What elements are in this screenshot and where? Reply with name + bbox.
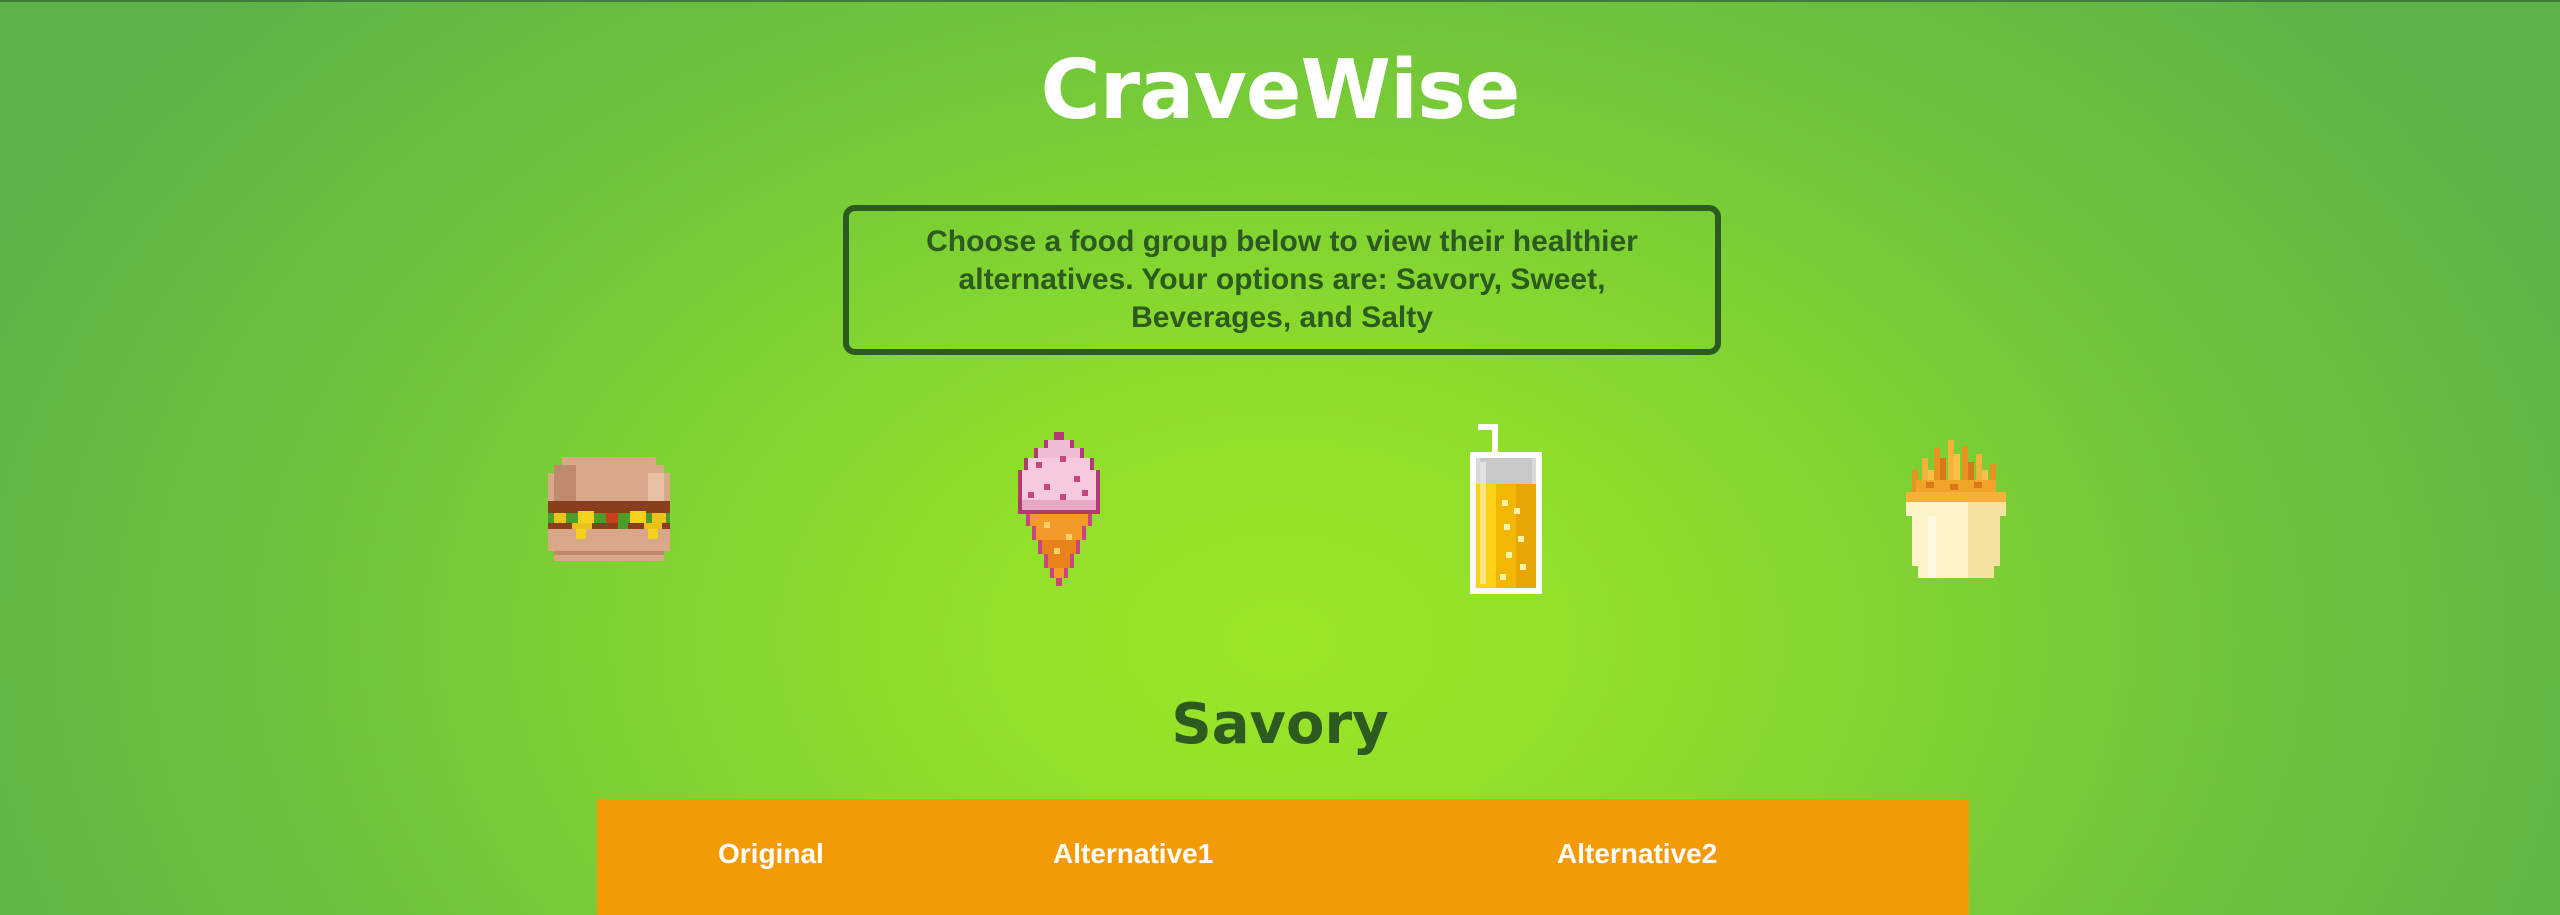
fries-icon [1906,440,2006,578]
food-group-beverages[interactable] [1470,424,1542,594]
ice-cream-icon [1018,432,1100,586]
instructions-box: Choose a food group below to view their … [843,205,1721,355]
food-group-salty[interactable] [1906,440,2006,578]
app-logo: CraveWise [1040,43,1521,138]
food-group-savory[interactable] [548,457,670,561]
instructions-text: Choose a food group below to view their … [926,225,1638,334]
juice-drink-icon [1470,424,1542,594]
column-header-alternative1: Alternative1 [1053,838,1214,869]
column-header-alternative2: Alternative2 [1557,838,1718,869]
selected-group-title: Savory [1171,692,1389,757]
burger-icon [548,457,670,561]
top-divider [0,0,2560,2]
alternatives-table-header: Original Alternative1 Alternative2 [597,799,1969,915]
food-group-sweet[interactable] [1014,432,1104,586]
column-header-original: Original [718,838,824,869]
